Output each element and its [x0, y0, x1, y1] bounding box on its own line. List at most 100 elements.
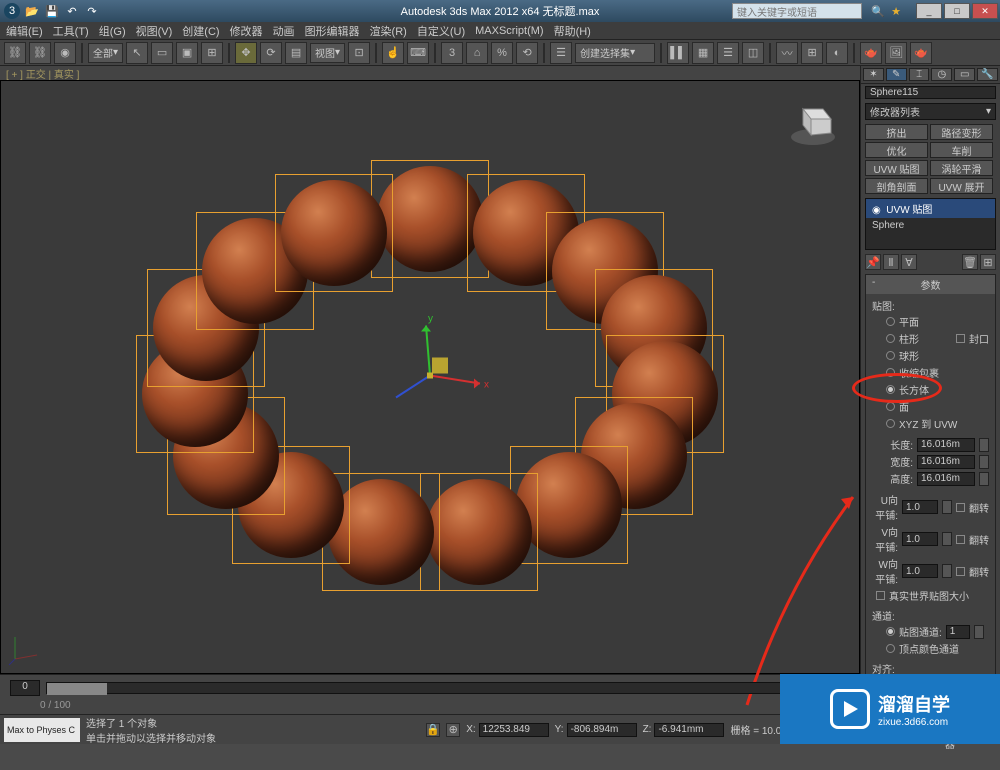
- window-crossing-icon[interactable]: ⊞: [201, 42, 223, 64]
- width-spinner[interactable]: 宽度:16.016m: [872, 453, 989, 470]
- timeline[interactable]: 0: [0, 674, 860, 700]
- radio-planar[interactable]: 平面: [872, 313, 989, 330]
- redo-icon[interactable]: ↷: [84, 3, 100, 19]
- coord-z[interactable]: Z:-6.941mm: [643, 723, 725, 737]
- menu-animation[interactable]: 动画: [273, 23, 295, 39]
- configure-sets-icon[interactable]: ⊞: [980, 254, 996, 270]
- schematic-icon[interactable]: ⊞: [801, 42, 823, 64]
- viewport-label[interactable]: [ + ] 正交 | 真实 ]: [0, 66, 860, 80]
- angle-snap-icon[interactable]: ⌂: [466, 42, 488, 64]
- stack-item-sphere[interactable]: Sphere: [866, 218, 995, 233]
- align-icon[interactable]: ▦: [692, 42, 714, 64]
- vtile-spinner[interactable]: V向平铺:1.0翻转: [872, 523, 989, 555]
- radio-cylindrical[interactable]: 柱形封口: [872, 330, 989, 347]
- height-spinner[interactable]: 高度:16.016m: [872, 470, 989, 487]
- radio-vertexcolor[interactable]: 顶点颜色通道: [872, 640, 989, 657]
- viewcube[interactable]: [787, 95, 839, 147]
- radio-xyz[interactable]: XYZ 到 UVW: [872, 415, 989, 432]
- stack-item-uvwmap[interactable]: ◉ UVW 贴图: [866, 199, 995, 218]
- radio-box[interactable]: 长方体: [872, 381, 989, 398]
- btn-turbosmooth[interactable]: 涡轮平滑: [930, 160, 993, 176]
- hierarchy-tab-icon[interactable]: ⌶: [909, 68, 930, 81]
- menu-customize[interactable]: 自定义(U): [417, 23, 465, 39]
- undo-icon[interactable]: ↶: [64, 3, 80, 19]
- modifier-list-combo[interactable]: 修改器列表▾: [865, 103, 996, 120]
- menu-help[interactable]: 帮助(H): [554, 23, 591, 39]
- motion-tab-icon[interactable]: ◷: [931, 68, 952, 81]
- btn-optimize[interactable]: 优化: [865, 142, 928, 158]
- spinner-snap-icon[interactable]: ⟲: [516, 42, 538, 64]
- menu-tools[interactable]: 工具(T): [53, 23, 89, 39]
- btn-extrude[interactable]: 挤出: [865, 124, 928, 140]
- display-tab-icon[interactable]: ▭: [954, 68, 975, 81]
- create-tab-icon[interactable]: ✶: [863, 68, 884, 81]
- help-search-icon[interactable]: 🔍: [870, 3, 886, 19]
- object-name-input[interactable]: Sphere115: [865, 86, 996, 99]
- frame-input[interactable]: 0: [10, 680, 40, 696]
- select-name-icon[interactable]: ▭: [151, 42, 173, 64]
- transform-gizmo[interactable]: x y: [370, 316, 490, 439]
- select-manipulate-icon[interactable]: ☝: [382, 42, 404, 64]
- menu-graph[interactable]: 图形编辑器: [305, 23, 360, 39]
- rollout-header[interactable]: 参数: [866, 275, 995, 294]
- wtile-spinner[interactable]: W向平铺:1.0翻转: [872, 555, 989, 587]
- show-end-icon[interactable]: Ⅱ: [883, 254, 899, 270]
- remove-mod-icon[interactable]: 🗑: [962, 254, 978, 270]
- menu-view[interactable]: 视图(V): [136, 23, 173, 39]
- window-minimize-button[interactable]: _: [916, 3, 942, 19]
- edit-selection-set-icon[interactable]: ☰: [550, 42, 572, 64]
- save-icon[interactable]: 💾: [44, 3, 60, 19]
- btn-pathdeform[interactable]: 路径变形: [930, 124, 993, 140]
- move-icon[interactable]: ✥: [235, 42, 257, 64]
- render-frame-icon[interactable]: 🖼: [885, 42, 907, 64]
- modifier-stack[interactable]: ◉ UVW 贴图 Sphere: [865, 198, 996, 250]
- select-region-icon[interactable]: ▣: [176, 42, 198, 64]
- rotate-icon[interactable]: ⟳: [260, 42, 282, 64]
- utilities-tab-icon[interactable]: 🔧: [977, 68, 998, 81]
- keyboard-shortcut-icon[interactable]: ⌨: [407, 42, 429, 64]
- viewport[interactable]: x y: [0, 80, 860, 674]
- coord-y[interactable]: Y:-806.894m: [555, 723, 637, 737]
- curve-editor-icon[interactable]: 〰: [776, 42, 798, 64]
- window-restore-button[interactable]: □: [944, 3, 970, 19]
- menu-create[interactable]: 创建(C): [182, 23, 219, 39]
- open-icon[interactable]: 📂: [24, 3, 40, 19]
- utile-spinner[interactable]: U向平铺:1.0翻转: [872, 491, 989, 523]
- btn-lathe[interactable]: 车削: [930, 142, 993, 158]
- link-icon[interactable]: ⛓: [4, 42, 26, 64]
- radio-spherical[interactable]: 球形: [872, 347, 989, 364]
- menu-modifier[interactable]: 修改器: [230, 23, 263, 39]
- selection-set-combo[interactable]: 创建选择集 ▾: [575, 43, 655, 63]
- favorite-icon[interactable]: ★: [888, 3, 904, 19]
- snap-toggle-icon[interactable]: 3: [441, 42, 463, 64]
- ref-coord-combo[interactable]: 视图 ▾: [310, 43, 345, 63]
- render-icon[interactable]: 🫖: [910, 42, 932, 64]
- menu-render[interactable]: 渲染(R): [370, 23, 407, 39]
- unlink-icon[interactable]: ⛓: [29, 42, 51, 64]
- select-icon[interactable]: ↖: [126, 42, 148, 64]
- render-setup-icon[interactable]: 🫖: [860, 42, 882, 64]
- menu-maxscript[interactable]: MAXScript(M): [475, 25, 543, 37]
- length-spinner[interactable]: 长度:16.016m: [872, 436, 989, 453]
- help-search-input[interactable]: 键入关键字或短语: [732, 3, 862, 19]
- real-world-check[interactable]: 真实世界贴图大小: [872, 587, 989, 604]
- layer-icon[interactable]: ☰: [717, 42, 739, 64]
- modify-tab-icon[interactable]: ✎: [886, 68, 907, 81]
- scale-icon[interactable]: ▤: [285, 42, 307, 64]
- window-close-button[interactable]: ✕: [972, 3, 998, 19]
- material-editor-icon[interactable]: ◐: [826, 42, 848, 64]
- script-launcher[interactable]: Max to Physes C: [4, 718, 80, 742]
- btn-bevelprofile[interactable]: 剖角剖面: [865, 178, 928, 194]
- coord-x[interactable]: X:12253.849: [466, 723, 548, 737]
- pin-stack-icon[interactable]: 📌: [865, 254, 881, 270]
- transform-typein-icon[interactable]: ⊕: [446, 723, 460, 737]
- pivot-icon[interactable]: ⊡: [348, 42, 370, 64]
- selection-filter-combo[interactable]: 全部 ▾: [88, 43, 123, 63]
- percent-snap-icon[interactable]: %: [491, 42, 513, 64]
- lock-selection-icon[interactable]: 🔒: [426, 723, 440, 737]
- bind-icon[interactable]: ◉: [54, 42, 76, 64]
- menu-edit[interactable]: 编辑(E): [6, 23, 43, 39]
- btn-uvwmap[interactable]: UVW 贴图: [865, 160, 928, 176]
- unique-icon[interactable]: ∀: [901, 254, 917, 270]
- graphite-icon[interactable]: ◫: [742, 42, 764, 64]
